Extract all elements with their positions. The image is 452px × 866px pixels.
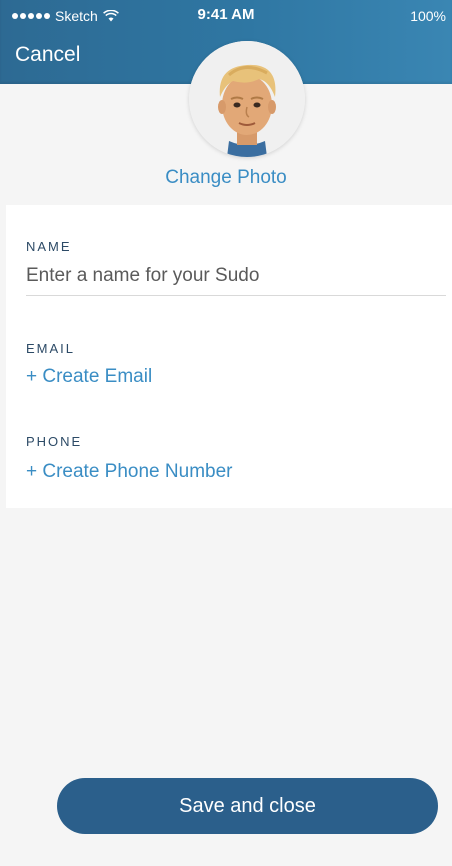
cancel-button[interactable]: Cancel bbox=[15, 43, 80, 67]
battery-level: 100% bbox=[410, 8, 446, 24]
save-and-close-button[interactable]: Save and close bbox=[57, 778, 438, 834]
name-label: NAME bbox=[26, 239, 72, 254]
form-card: NAME EMAIL + Create Email PHONE + Create… bbox=[6, 205, 452, 508]
create-email-link[interactable]: + Create Email bbox=[26, 366, 152, 388]
name-input[interactable] bbox=[26, 257, 446, 296]
status-bar: Sketch 9:41 AM 100% bbox=[0, 0, 452, 32]
email-label: EMAIL bbox=[26, 341, 76, 356]
avatar[interactable] bbox=[189, 41, 305, 157]
change-photo-link[interactable]: Change Photo bbox=[0, 167, 452, 189]
avatar-illustration-icon bbox=[189, 41, 305, 157]
phone-label: PHONE bbox=[26, 434, 83, 449]
create-phone-number-link[interactable]: + Create Phone Number bbox=[26, 461, 232, 483]
status-time: 9:41 AM bbox=[197, 6, 255, 23]
